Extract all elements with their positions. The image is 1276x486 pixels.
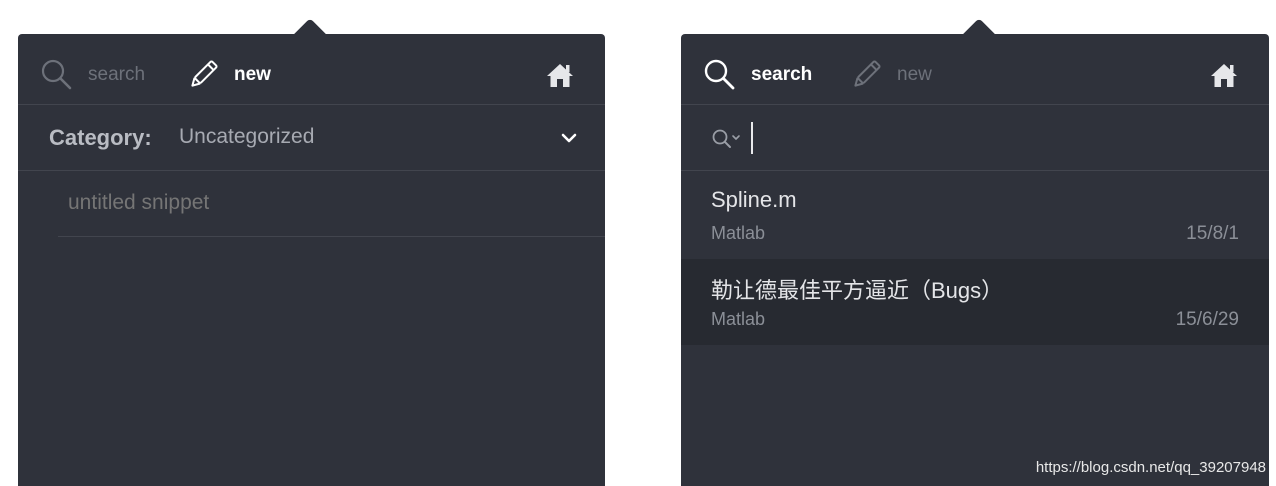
- search-options-icon[interactable]: [711, 127, 747, 151]
- home-button[interactable]: [1209, 62, 1239, 88]
- toolbar: search new: [18, 34, 605, 105]
- snippet-title: 勒让德最佳平方逼近（Bugs）: [711, 278, 1004, 303]
- pencil-icon: [191, 60, 218, 87]
- new-tab[interactable]: new: [849, 60, 932, 90]
- new-tab[interactable]: new: [186, 60, 271, 90]
- search-popover: search new Spline.m Matlab 15/8/1 勒让德最佳平…: [681, 34, 1269, 486]
- search-tab[interactable]: search: [40, 59, 146, 90]
- snippet-title-input[interactable]: [68, 191, 568, 215]
- snippet-date: 15/8/1: [1186, 223, 1239, 244]
- list-item-selected[interactable]: 勒让德最佳平方逼近（Bugs） Matlab 15/6/29: [681, 259, 1269, 345]
- new-snippet-popover: search new Category: Uncategorized untit…: [18, 34, 605, 486]
- home-button[interactable]: [545, 62, 575, 88]
- screenshot-stage: search new Category: Uncategorized untit…: [0, 0, 1276, 486]
- list-item[interactable]: Spline.m Matlab 15/8/1: [681, 173, 1269, 259]
- search-icon: [41, 59, 72, 90]
- new-tab-label: new: [234, 64, 271, 85]
- toolbar: search new: [681, 34, 1269, 105]
- search-tab[interactable]: search: [703, 59, 813, 90]
- text-cursor: [751, 122, 753, 154]
- pencil-icon: [854, 60, 881, 87]
- snippet-title-row: [58, 171, 605, 237]
- search-tab-label: search: [88, 64, 146, 85]
- category-row[interactable]: Category: Uncategorized: [18, 105, 605, 171]
- search-icon: [704, 59, 735, 90]
- watermark-text: https://blog.csdn.net/qq_39207948: [1035, 459, 1266, 476]
- category-value: Uncategorized: [179, 125, 315, 148]
- chevron-down-icon[interactable]: [559, 130, 579, 146]
- snippet-date: 15/6/29: [1175, 309, 1239, 330]
- snippet-category: Matlab: [711, 309, 766, 329]
- new-tab-label: new: [897, 64, 932, 85]
- search-tab-label: search: [751, 64, 813, 85]
- home-icon: [547, 64, 573, 87]
- snippet-title: Spline.m: [711, 187, 797, 212]
- home-icon: [1211, 64, 1237, 87]
- snippet-category: Matlab: [711, 223, 766, 243]
- category-label: Category:: [49, 125, 152, 150]
- search-field[interactable]: [681, 105, 1269, 171]
